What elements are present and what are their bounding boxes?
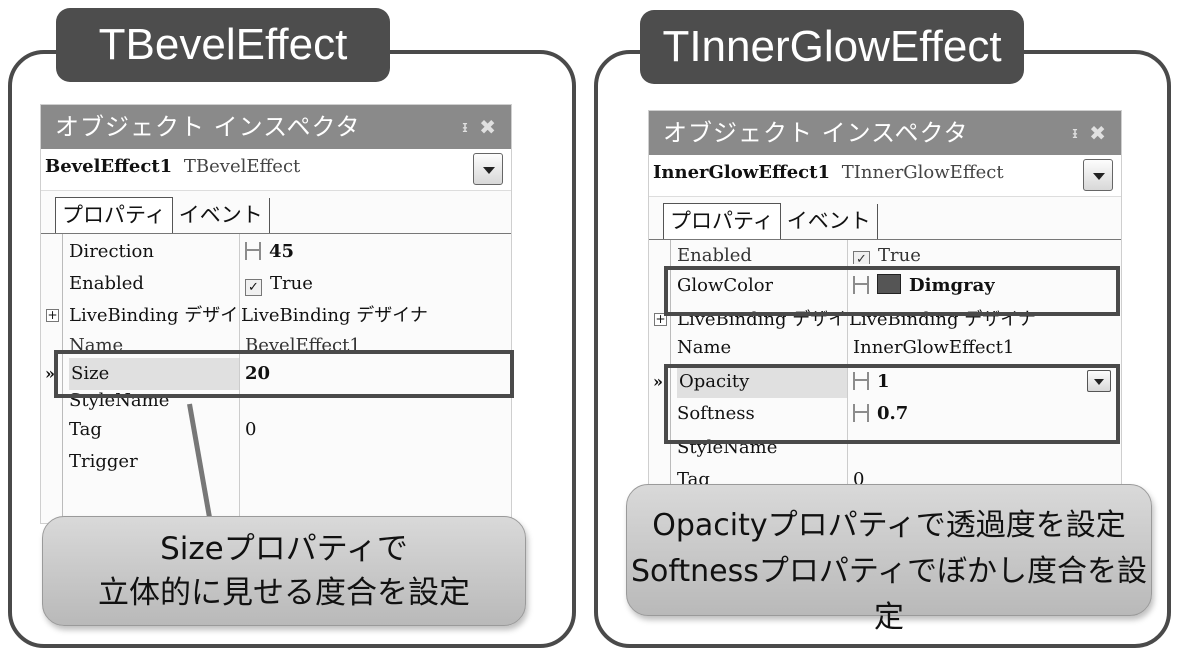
property-name: Trigger — [69, 451, 138, 472]
property-value[interactable]: InnerGlowEffect1 — [853, 334, 1014, 358]
size-callout: Sizeプロパティで 立体的に見せる度合を設定 — [42, 516, 526, 626]
object-selector-dropdown-button[interactable] — [1083, 159, 1113, 191]
tab-properties[interactable]: プロパティ — [55, 197, 173, 233]
property-name: Direction — [69, 241, 154, 262]
inspector-title-bar: オブジェクト インスペクタ ᵻ ✖ — [649, 111, 1121, 155]
expand-icon[interactable]: + — [46, 309, 59, 322]
property-row-name[interactable]: Name InnerGlowEffect1 — [649, 334, 1121, 358]
property-value[interactable]: LiveBinding デザイナ — [241, 300, 428, 332]
close-icon[interactable]: ✖ — [479, 105, 497, 149]
size-highlight-box — [54, 350, 514, 398]
property-row-trigger[interactable]: Trigger — [41, 446, 511, 478]
selected-row-marker-icon: » — [653, 372, 663, 391]
glowcolor-highlight-box — [664, 266, 1120, 316]
callout-line-2: 立体的に見せる度合を設定 — [98, 575, 470, 611]
checkbox-checked-icon[interactable]: ✓ — [245, 279, 262, 296]
inspector-tabs: プロパティ イベント — [663, 203, 878, 240]
right-panel-title: TInnerGlowEffect — [640, 10, 1024, 84]
opacity-softness-callout: Opacityプロパティで透過度を設定 Softnessプロパティでぼかし度合を… — [626, 484, 1152, 635]
left-panel-title: TBevelEffect — [56, 8, 390, 82]
property-value[interactable]: ✓ True — [853, 242, 921, 264]
callout-line-2: Softnessプロパティでぼかし度合を設定 — [630, 554, 1148, 635]
checkbox-checked-icon[interactable]: ✓ — [853, 251, 870, 264]
inspector-title: オブジェクト インスペクタ — [55, 113, 361, 141]
object-inspector-bevel: オブジェクト インスペクタ ᵻ ✖ BevelEffect1 TBevelEff… — [40, 104, 512, 524]
property-name: Enabled — [677, 245, 752, 264]
tab-events[interactable]: イベント — [781, 204, 878, 240]
property-name: Name — [677, 337, 732, 358]
property-row-livebinding[interactable]: + LiveBinding デザイナ LiveBinding デザイナ — [41, 300, 511, 332]
object-type: TInnerGlowEffect — [841, 162, 1004, 183]
property-name: Name — [69, 335, 124, 352]
callout-line-1: Opacityプロパティで透過度を設定 — [652, 508, 1126, 543]
object-selector-dropdown-button[interactable] — [473, 153, 503, 185]
tab-properties[interactable]: プロパティ — [663, 203, 781, 239]
object-name: InnerGlowEffect1 — [653, 162, 830, 183]
inspector-title-bar: オブジェクト インスペクタ ᵻ ✖ — [41, 105, 511, 149]
object-selector[interactable]: InnerGlowEffect1 TInnerGlowEffect — [649, 155, 1121, 197]
property-value[interactable]: 0 — [245, 414, 256, 446]
number-icon — [245, 242, 261, 260]
tab-events[interactable]: イベント — [173, 198, 270, 234]
property-row-direction[interactable]: Direction 45 — [41, 236, 511, 268]
callout-line-1: Sizeプロパティで — [160, 531, 408, 567]
property-value[interactable]: ✓ True — [245, 268, 313, 300]
inspector-tabs: プロパティ イベント — [55, 197, 270, 234]
property-row-enabled[interactable]: Enabled ✓ True — [649, 242, 1121, 264]
property-value[interactable]: BevelEffect1 — [245, 330, 361, 352]
property-row-tag[interactable]: Tag 0 — [41, 414, 511, 446]
property-name: Tag — [69, 419, 102, 440]
object-selector[interactable]: BevelEffect1 TBevelEffect — [41, 149, 511, 191]
opacity-softness-highlight-box — [664, 364, 1120, 444]
object-type: TBevelEffect — [183, 156, 301, 177]
property-name: Enabled — [69, 273, 144, 294]
object-name: BevelEffect1 — [45, 156, 173, 177]
close-icon[interactable]: ✖ — [1089, 111, 1107, 155]
inspector-title: オブジェクト インスペクタ — [663, 119, 969, 147]
property-name: LiveBinding デザイナ — [69, 305, 239, 326]
pin-icon[interactable]: ᵻ — [1072, 111, 1079, 155]
property-row-enabled[interactable]: Enabled ✓ True — [41, 268, 511, 300]
pin-icon[interactable]: ᵻ — [462, 105, 469, 149]
property-row-name[interactable]: Name BevelEffect1 — [41, 330, 511, 352]
property-value[interactable]: 45 — [245, 236, 294, 268]
